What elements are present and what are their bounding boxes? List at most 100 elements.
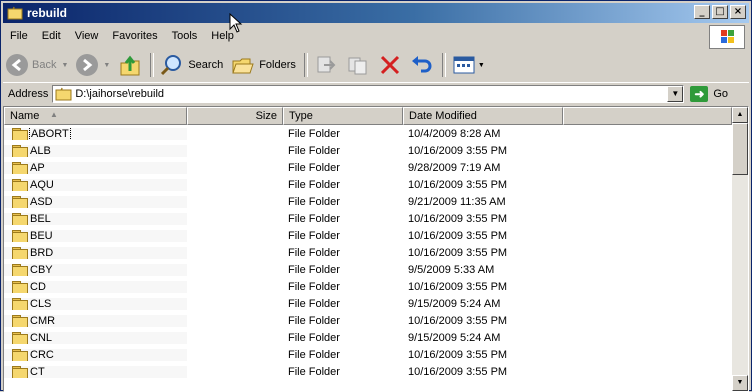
menu-view[interactable]: View — [68, 30, 106, 42]
item-type: File Folder — [288, 195, 340, 208]
up-folder-icon — [120, 55, 140, 76]
item-name: CMR — [30, 314, 56, 327]
search-label: Search — [188, 59, 224, 71]
address-dropdown-button[interactable]: ▼ — [667, 86, 684, 102]
item-date: 9/28/2009 7:19 AM — [408, 161, 501, 174]
item-name: CT — [30, 365, 45, 378]
list-item[interactable]: CLS File Folder 9/15/2009 5:24 AM — [4, 295, 732, 312]
views-button[interactable]: ▼ — [449, 51, 488, 79]
search-icon — [161, 55, 182, 76]
explorer-window: rebuild _ □ × File Edit View Favorites T… — [0, 0, 752, 392]
list-item[interactable]: CBY File Folder 9/5/2009 5:33 AM — [4, 261, 732, 278]
list-item[interactable]: ALB File Folder 10/16/2009 3:55 PM — [4, 142, 732, 159]
views-icon — [453, 56, 475, 74]
item-date: 10/16/2009 3:55 PM — [408, 229, 508, 242]
folder-icon — [12, 195, 28, 208]
forward-button[interactable]: ▼ — [73, 51, 113, 79]
column-name-label: Name — [10, 110, 40, 122]
list-item[interactable]: CRC File Folder 10/16/2009 3:55 PM — [4, 346, 732, 363]
chevron-down-icon: ▼ — [103, 61, 111, 69]
list-item[interactable]: BEU File Folder 10/16/2009 3:55 PM — [4, 227, 732, 244]
delete-icon — [380, 55, 399, 75]
close-button[interactable]: × — [730, 5, 746, 19]
column-header-name[interactable]: Name ▲ — [4, 107, 187, 125]
folder-icon — [12, 127, 28, 140]
menu-favorites[interactable]: Favorites — [105, 30, 164, 42]
address-input[interactable]: D:\jaihorse\rebuild ▼ — [52, 85, 685, 103]
folder-icon — [55, 87, 72, 101]
list-header: Name ▲ Size Type Date Modified — [4, 107, 732, 125]
list-item[interactable]: CNL File Folder 9/15/2009 5:24 AM — [4, 329, 732, 346]
undo-button[interactable] — [407, 51, 437, 79]
search-button[interactable]: Search — [157, 51, 226, 79]
item-name: ALB — [30, 144, 51, 157]
item-date: 10/16/2009 3:55 PM — [408, 365, 508, 378]
item-type: File Folder — [288, 314, 340, 327]
list-item[interactable]: ABORT File Folder 10/4/2009 8:28 AM — [4, 125, 732, 142]
list-item[interactable]: ASD File Folder 9/21/2009 11:35 AM — [4, 193, 732, 210]
go-button[interactable]: ➜ Go — [690, 86, 728, 102]
item-date: 10/16/2009 3:55 PM — [408, 314, 508, 327]
up-folder-button[interactable] — [115, 51, 145, 79]
item-name: AP — [30, 161, 45, 174]
column-header-date[interactable]: Date Modified — [403, 107, 563, 125]
rows-container: ABORT File Folder 10/4/2009 8:28 AM ALB … — [4, 125, 732, 380]
item-date: 9/21/2009 11:35 AM — [408, 195, 506, 208]
menu-bar: File Edit View Favorites Tools Help — [3, 25, 749, 47]
item-date: 10/16/2009 3:55 PM — [408, 348, 508, 361]
folder-icon — [12, 331, 28, 344]
column-header-type[interactable]: Type — [283, 107, 403, 125]
toolbar: Back ▼ ▼ Search Folders ▼ — [3, 49, 703, 81]
list-item[interactable]: CD File Folder 10/16/2009 3:55 PM — [4, 278, 732, 295]
item-name: BRD — [30, 246, 54, 259]
sort-ascending-icon: ▲ — [50, 110, 58, 119]
folder-icon — [12, 144, 28, 157]
folders-icon — [232, 58, 254, 74]
maximize-button[interactable]: □ — [712, 5, 728, 19]
item-name: AQU — [30, 178, 54, 191]
menu-edit[interactable]: Edit — [35, 30, 68, 42]
scroll-down-button[interactable]: ▼ — [732, 375, 748, 391]
chevron-down-icon: ▼ — [477, 61, 485, 69]
list-item[interactable]: BEL File Folder 10/16/2009 3:55 PM — [4, 210, 732, 227]
column-date-label: Date Modified — [409, 110, 477, 122]
address-bar: Address D:\jaihorse\rebuild ▼ ➜ Go — [3, 82, 749, 105]
item-name: BEL — [30, 212, 51, 225]
copy-to-button[interactable] — [343, 51, 373, 79]
item-name: ASD — [30, 195, 53, 208]
item-name: CRC — [30, 348, 54, 361]
file-list: Name ▲ Size Type Date Modified ABORT Fil… — [3, 106, 749, 392]
folder-icon — [12, 212, 28, 225]
title-bar[interactable]: rebuild _ □ × — [3, 3, 749, 23]
list-item[interactable]: CT File Folder 10/16/2009 3:55 PM — [4, 363, 732, 380]
delete-button[interactable] — [375, 51, 405, 79]
folders-button[interactable]: Folders — [228, 51, 299, 79]
item-type: File Folder — [288, 280, 340, 293]
list-item[interactable]: BRD File Folder 10/16/2009 3:55 PM — [4, 244, 732, 261]
move-to-button[interactable] — [311, 51, 341, 79]
list-item[interactable]: AP File Folder 9/28/2009 7:19 AM — [4, 159, 732, 176]
column-header-size[interactable]: Size — [187, 107, 283, 125]
minimize-button[interactable]: _ — [694, 5, 710, 19]
scroll-thumb[interactable] — [732, 123, 748, 175]
menu-tools[interactable]: Tools — [165, 30, 205, 42]
item-date: 10/16/2009 3:55 PM — [408, 178, 508, 191]
toolbar-separator — [441, 53, 446, 77]
go-label: Go — [713, 88, 729, 100]
item-type: File Folder — [288, 348, 340, 361]
scroll-up-button[interactable]: ▲ — [732, 107, 748, 123]
item-type: File Folder — [288, 297, 340, 310]
address-value: D:\jaihorse\rebuild — [75, 88, 165, 100]
back-arrow-icon — [6, 54, 28, 76]
item-date: 9/15/2009 5:24 AM — [408, 297, 501, 310]
list-item[interactable]: AQU File Folder 10/16/2009 3:55 PM — [4, 176, 732, 193]
list-item[interactable]: CMR File Folder 10/16/2009 3:55 PM — [4, 312, 732, 329]
back-button[interactable]: Back ▼ — [3, 51, 71, 79]
vertical-scrollbar[interactable]: ▲ ▼ — [732, 107, 748, 391]
folder-icon — [12, 229, 28, 242]
back-label: Back — [32, 59, 57, 71]
menu-file[interactable]: File — [3, 30, 35, 42]
undo-icon — [411, 56, 432, 73]
item-type: File Folder — [288, 263, 340, 276]
folder-icon — [12, 178, 28, 191]
